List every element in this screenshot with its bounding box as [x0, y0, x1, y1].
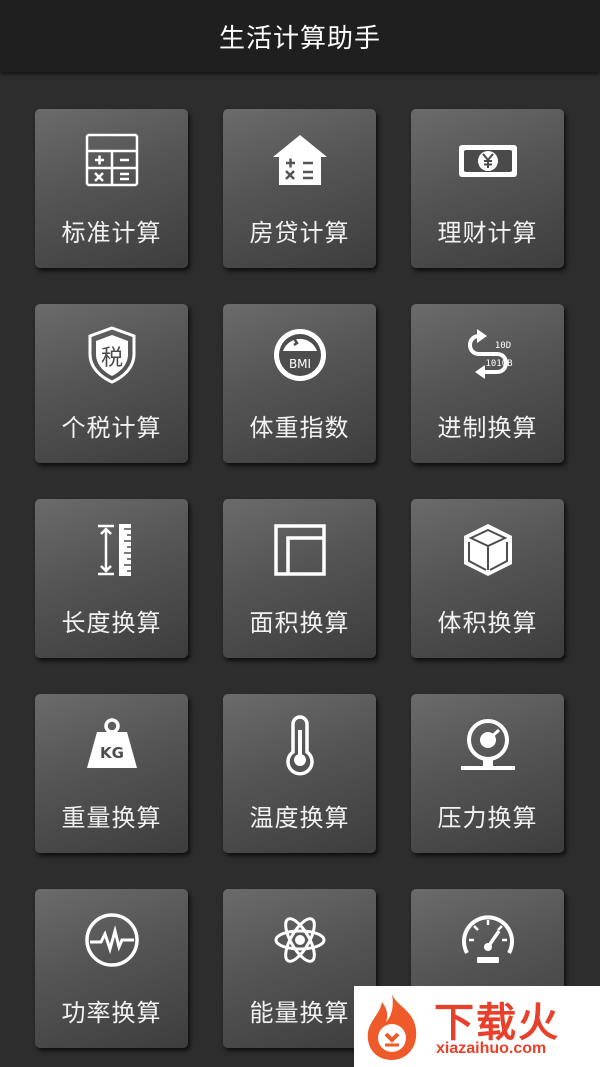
tile-length-convert[interactable]: 长度换算: [35, 499, 188, 658]
tile-power-convert[interactable]: 功率换算: [35, 889, 188, 1048]
calculator-icon: [81, 129, 143, 191]
tile-label: 功率换算: [61, 999, 162, 1027]
tile-base-convert[interactable]: 10D 1010B 进制换算: [411, 304, 564, 463]
tile-label: 压力换算: [437, 804, 538, 832]
bmi-gauge-icon: BMI: [269, 324, 331, 386]
tile-finance-calc[interactable]: 理财计算: [411, 109, 564, 268]
tax-shield-icon: 税: [81, 324, 143, 386]
tile-temperature-convert[interactable]: 温度换算: [223, 694, 376, 853]
tile-label: 房贷计算: [249, 219, 350, 247]
tile-bmi-calc[interactable]: BMI 体重指数: [223, 304, 376, 463]
page-title: 生活计算助手: [218, 23, 381, 54]
tile-label: 标准计算: [61, 219, 162, 247]
title-bar: 生活计算助手: [0, 0, 600, 72]
svg-text:税: 税: [101, 346, 123, 371]
atom-icon: [269, 909, 331, 971]
ruler-icon: [81, 519, 143, 581]
tile-label: 理财计算: [437, 219, 538, 247]
tile-label: 重量换算: [61, 804, 162, 832]
tile-volume-convert[interactable]: 体积换算: [411, 499, 564, 658]
tile-mortgage-calc[interactable]: 房贷计算: [223, 109, 376, 268]
tile-label: 面积换算: [249, 609, 350, 637]
kg-text: KG: [100, 744, 124, 762]
tile-area-convert[interactable]: 面积换算: [223, 499, 376, 658]
watermark-url: xiazaihuo.com: [436, 1040, 547, 1057]
tile-label: 体重指数: [249, 414, 350, 442]
tile-weight-convert[interactable]: KG 重量换算: [35, 694, 188, 853]
cube-icon: [457, 519, 519, 581]
bmi-text: BMI: [289, 357, 311, 371]
kg-weight-icon: KG: [81, 714, 143, 776]
speedometer-icon: [457, 909, 519, 971]
watermark-logo: 下载火 xiazaihuo.com: [354, 986, 600, 1067]
power-pulse-icon: [81, 909, 143, 971]
base-bottom-text: 1010B: [485, 359, 512, 369]
tile-label: 个税计算: [61, 414, 162, 442]
calculator-grid: 标准计算 房贷计算 理财计算 税 个税计算 BMI 体重指数 10D 1010B…: [0, 72, 600, 1067]
base-convert-icon: 10D 1010B: [457, 324, 519, 386]
yen-banknote-icon: [457, 129, 519, 191]
tile-standard-calc[interactable]: 标准计算: [35, 109, 188, 268]
tile-label: 长度换算: [61, 609, 162, 637]
flame-logo-icon: [367, 994, 417, 1060]
area-square-icon: [269, 519, 331, 581]
base-top-text: 10D: [495, 341, 511, 351]
thermometer-icon: [269, 714, 331, 776]
app-screen: 生活计算助手 标准计算 房贷计算 理财计算 税 个税计算 BMI 体重指数 10…: [0, 0, 600, 1067]
tile-label: 体积换算: [437, 609, 538, 637]
house-calc-icon: [269, 129, 331, 191]
tile-label: 温度换算: [249, 804, 350, 832]
tile-pressure-convert[interactable]: 压力换算: [411, 694, 564, 853]
tile-income-tax-calc[interactable]: 税 个税计算: [35, 304, 188, 463]
pressure-gauge-icon: [457, 714, 519, 776]
tile-label: 进制换算: [437, 414, 538, 442]
